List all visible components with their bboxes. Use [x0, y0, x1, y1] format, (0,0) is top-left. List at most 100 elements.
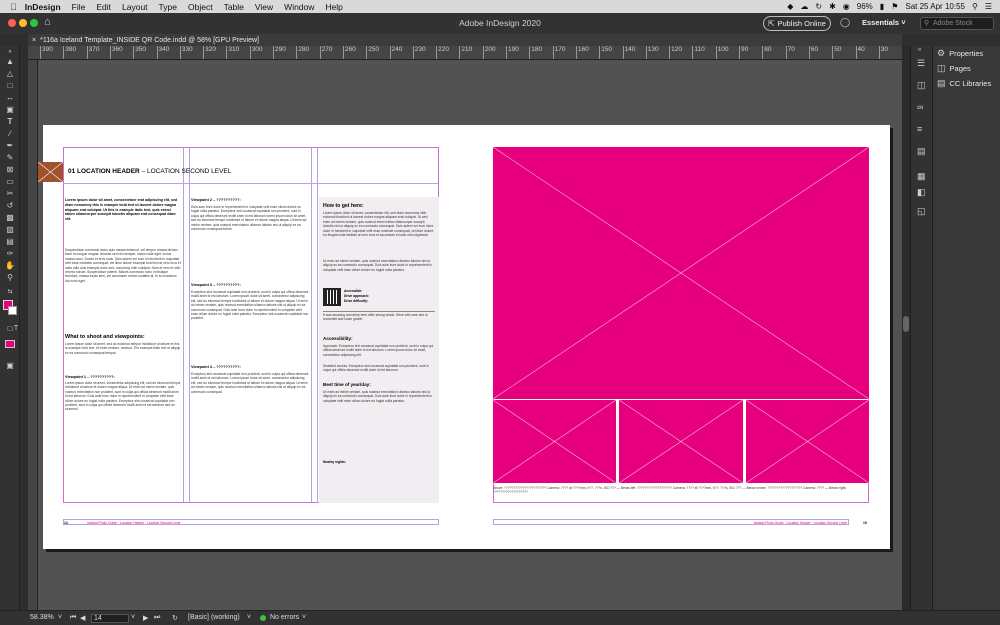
- text-wrap-icon[interactable]: ▦: [917, 171, 926, 182]
- disabled-access-text[interactable]: Disabled access: Excepteur sint occaecat…: [323, 364, 435, 378]
- eyedropper-tool-icon[interactable]: ✑: [4, 248, 16, 258]
- spotlight-icon[interactable]: ⚲: [972, 2, 978, 11]
- gradient-feather-tool-icon[interactable]: ▨: [4, 224, 16, 234]
- errors-dropdown-icon[interactable]: ˅: [302, 614, 306, 621]
- close-tab-icon[interactable]: ×: [32, 37, 36, 44]
- direct-selection-tool-icon[interactable]: △: [4, 68, 16, 78]
- previous-page-icon[interactable]: ◀: [80, 614, 85, 622]
- layers-icon[interactable]: ☰: [917, 58, 925, 69]
- preflight-profile[interactable]: [Basic] (working): [188, 614, 240, 621]
- notification-icon[interactable]: ☰: [985, 2, 992, 11]
- horizontal-ruler[interactable]: 390 380 370 360 350 340 330 320 310 300 290 280 270 2…: [28, 46, 902, 60]
- menu-layout[interactable]: Layout: [122, 2, 148, 12]
- viewpoint1-body-text[interactable]: Lorem ipsum dolor sit amet, consectetur …: [65, 381, 181, 441]
- formatting-text-icon[interactable]: T: [10, 323, 22, 333]
- stroke-panel-icon[interactable]: ▤: [917, 146, 926, 157]
- bottom-left-image-frame[interactable]: [493, 400, 616, 483]
- vertical-scrollbar[interactable]: [902, 46, 910, 610]
- app-menu[interactable]: InDesign: [25, 2, 61, 12]
- viewpoint3-heading[interactable]: Viewpoint 3 – ??????????:: [191, 283, 309, 287]
- workspace-switcher[interactable]: Essentials ˅: [862, 18, 906, 27]
- line-tool-icon[interactable]: ∕: [4, 128, 16, 138]
- preflight-dropdown-icon[interactable]: ˅: [247, 614, 251, 621]
- last-page-icon[interactable]: ⏭: [154, 614, 160, 622]
- best-time-body-text[interactable]: Ut enim ad minim veniam, quis nostrud ex…: [323, 390, 435, 412]
- menu-view[interactable]: View: [255, 2, 273, 12]
- viewpoint3-body-text[interactable]: Excepteur sint occaecat cupidatat non pr…: [191, 290, 309, 360]
- hand-tool-icon[interactable]: ✋: [4, 260, 16, 270]
- right-page[interactable]: Above: ??????????????????????? Camera: ?…: [467, 125, 890, 549]
- best-time-heading[interactable]: Best time of year/day:: [323, 382, 435, 387]
- document-tab[interactable]: *116a Iceland Template_INSIDE QR Code.in…: [40, 37, 259, 44]
- free-transform-tool-icon[interactable]: ↺: [4, 200, 16, 210]
- pages-panel-icon[interactable]: ◫: [917, 80, 926, 91]
- publish-online-button[interactable]: ⇱ Publish Online: [763, 16, 831, 31]
- pencil-tool-icon[interactable]: ✎: [4, 152, 16, 162]
- image-caption[interactable]: Above: ??????????????????????? Camera: ?…: [493, 486, 869, 496]
- zoom-level[interactable]: 58.38%: [30, 614, 54, 621]
- collapse-arrows-icon[interactable]: «: [918, 47, 921, 53]
- sync-icon[interactable]: ↻: [815, 2, 822, 11]
- intro-paragraph[interactable]: Lorem ipsum dolor sit amet, consectetuer…: [65, 198, 181, 242]
- rectangle-tool-icon[interactable]: ▭: [4, 176, 16, 186]
- scroll-thumb[interactable]: [903, 316, 909, 332]
- menu-edit[interactable]: Edit: [96, 2, 111, 12]
- how-to-body-text[interactable]: Lorem ipsum dolor sit amet, consectetuer…: [323, 211, 435, 257]
- selection-tool-icon[interactable]: ▲: [4, 56, 16, 66]
- pen-tool-icon[interactable]: ✒: [4, 140, 16, 150]
- first-page-icon[interactable]: ⏮: [70, 614, 76, 622]
- vertical-ruler[interactable]: [28, 60, 38, 610]
- zoom-tool-icon[interactable]: ⚲: [4, 272, 16, 282]
- gap-tool-icon[interactable]: ↔: [4, 92, 16, 102]
- small-note[interactable]: It was amazing and deep here after stron…: [323, 313, 435, 323]
- pages-panel-tab[interactable]: ◫ Pages: [937, 61, 971, 75]
- rectangle-frame-tool-icon[interactable]: ⊠: [4, 164, 16, 174]
- clock[interactable]: Sat 25 Apr 10:55: [905, 2, 965, 11]
- stroke-color-swatch[interactable]: [8, 306, 17, 315]
- battery-icon[interactable]: ▮: [880, 2, 884, 11]
- viewpoint2-heading[interactable]: Viewpoint 2 – ??????????:: [191, 198, 309, 202]
- accessibility-heading[interactable]: Accessibility:: [323, 336, 435, 341]
- menu-object[interactable]: Object: [188, 2, 213, 12]
- zoom-dropdown-icon[interactable]: ˅: [58, 614, 62, 621]
- apply-color-swatch[interactable]: [5, 340, 15, 348]
- accessibility-body-text[interactable]: Approach: Excepteur sint occaecat cupida…: [323, 344, 435, 362]
- location-header-text-frame[interactable]: 01 LOCATION HEADER – LOCATION SECOND LEV…: [68, 168, 328, 175]
- bluetooth-icon[interactable]: ✱: [829, 2, 836, 11]
- links-icon[interactable]: ∞: [917, 102, 923, 112]
- how-to-body-text-2[interactable]: Ut enim ad minim veniam, quis nostrud ex…: [323, 259, 435, 283]
- how-to-heading[interactable]: How to get here:: [323, 203, 435, 209]
- dropbox-icon[interactable]: ◆: [787, 2, 793, 11]
- menu-table[interactable]: Table: [224, 2, 244, 12]
- menu-window[interactable]: Window: [284, 2, 314, 12]
- bottom-centre-image-frame[interactable]: [619, 400, 743, 483]
- flag-icon[interactable]: ⚑: [891, 2, 898, 11]
- scissors-tool-icon[interactable]: ✂: [4, 188, 16, 198]
- column1-body-text[interactable]: Suspendisse commodo lacus quis massa eui…: [65, 248, 181, 330]
- viewpoint4-heading[interactable]: Viewpoint 4 – ??????????:: [191, 365, 309, 369]
- viewpoint4-body-text[interactable]: Excepteur sint occaecat cupidatat non pr…: [191, 372, 309, 442]
- document-canvas[interactable]: 01 LOCATION HEADER – LOCATION SECOND LEV…: [38, 60, 902, 610]
- qr-code-icon[interactable]: [323, 288, 341, 306]
- note-tool-icon[interactable]: ▤: [4, 236, 16, 246]
- lightbulb-icon[interactable]: ◯: [840, 17, 850, 28]
- main-image-frame[interactable]: [493, 147, 869, 399]
- properties-panel-tab[interactable]: ⚙ Properties: [937, 46, 983, 60]
- bottom-right-image-frame[interactable]: [746, 400, 869, 483]
- menu-file[interactable]: File: [72, 2, 86, 12]
- page-number-field[interactable]: 14: [91, 614, 129, 623]
- swap-colors-icon[interactable]: ⇆: [4, 286, 16, 296]
- shoot-heading[interactable]: What to shoot and viewpoints:: [65, 334, 181, 340]
- viewpoint2-body-text[interactable]: Duis aute irure dolor in reprehenderit i…: [191, 205, 309, 290]
- page-dropdown-icon[interactable]: ˅: [131, 614, 135, 621]
- menu-type[interactable]: Type: [159, 2, 177, 12]
- shoot-body-text[interactable]: Lorem ipsum dolor sit amet, sed do euism…: [65, 342, 181, 370]
- gradient-swatch-tool-icon[interactable]: ▩: [4, 212, 16, 222]
- content-collector-icon[interactable]: ▣: [4, 104, 16, 114]
- left-page[interactable]: 01 LOCATION HEADER – LOCATION SECOND LEV…: [38, 125, 467, 549]
- cc-libraries-panel-tab[interactable]: ▤ CC Libraries: [937, 76, 991, 90]
- preflight-errors[interactable]: No errors: [270, 614, 299, 621]
- screen-mode-icon[interactable]: ▣: [4, 360, 16, 370]
- menu-help[interactable]: Help: [325, 2, 342, 12]
- type-tool-icon[interactable]: T: [4, 116, 16, 126]
